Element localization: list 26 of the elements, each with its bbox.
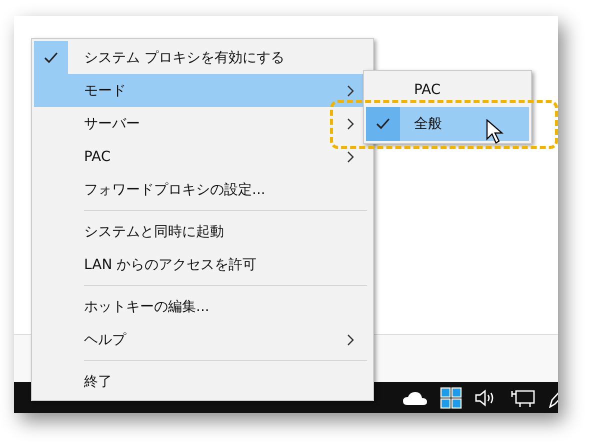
network-icon[interactable]	[510, 388, 536, 408]
menu-label: 終了	[84, 372, 113, 390]
menu-label: PAC	[414, 82, 441, 98]
menu-label: 全般	[414, 115, 442, 133]
grid-icon[interactable]	[440, 386, 462, 409]
menu-label: ホットキーの編集...	[84, 298, 210, 316]
menu-item[interactable]: ホットキーの編集...	[34, 290, 371, 323]
menu-item[interactable]: システム プロキシを有効にする	[34, 41, 371, 74]
menu-label: サーバー	[84, 114, 141, 132]
menu-item[interactable]: PAC	[34, 140, 371, 173]
menu-item[interactable]: 終了	[34, 365, 371, 398]
menu-item[interactable]: 全般	[366, 107, 529, 141]
menu-item[interactable]: LAN からのアクセスを許可	[34, 248, 371, 281]
menu-label: システム プロキシを有効にする	[84, 48, 286, 66]
menu-label: ヘルプ	[84, 330, 128, 348]
menu-item[interactable]: ヘルプ	[34, 323, 371, 356]
menu-item[interactable]: システムと同時に起動	[34, 215, 371, 248]
pointer-icon	[486, 119, 504, 145]
menu-label: フォワードプロキシの設定...	[84, 180, 266, 198]
menu-item[interactable]: フォワードプロキシの設定...	[34, 173, 371, 206]
menu-label: システムと同時に起動	[84, 222, 225, 240]
checkmark-icon	[376, 118, 390, 130]
menu-label: LAN からのアクセスを許可	[84, 256, 258, 274]
checkmark-icon	[44, 52, 58, 64]
menu-label: PAC	[84, 148, 112, 164]
menu-label: モード	[84, 82, 127, 100]
